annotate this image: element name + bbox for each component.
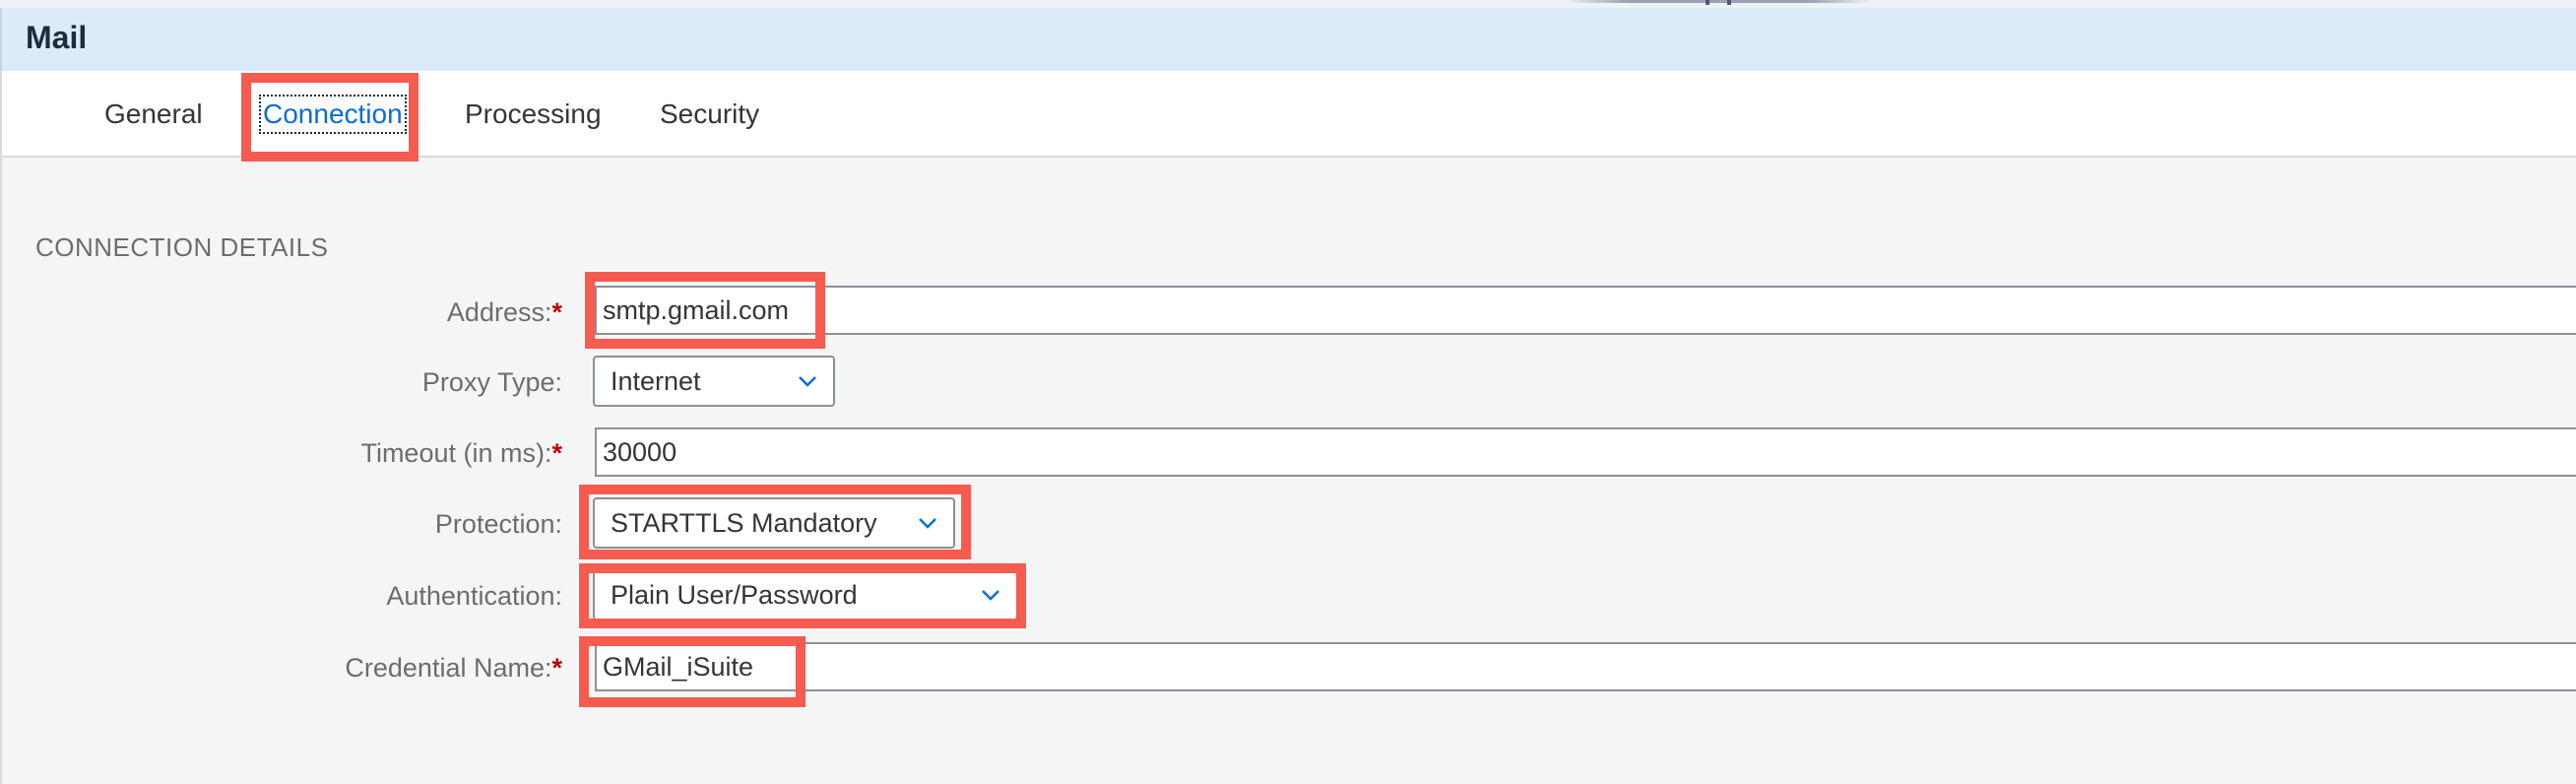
credential-name-label-text: Credential Name: [345,653,552,683]
page-title: Mail [26,20,88,55]
shell-bar-mark [1706,0,1731,5]
timeout-label-text: Timeout (in ms): [360,438,552,468]
protection-label: Protection: [434,509,562,539]
authentication-value: Plain User/Password [611,580,858,610]
timeout-input[interactable]: 30000 [595,427,2576,477]
tab-processing[interactable]: Processing [465,98,602,130]
page-header: Mail [0,8,2576,71]
protection-select[interactable]: STARTTLS Mandatory [593,497,955,549]
tab-bar: General Connection Processing Security [0,71,2576,158]
chevron-down-icon [799,376,816,387]
credential-name-label: Credential Name:* [345,653,562,684]
authentication-select[interactable]: Plain User/Password [593,569,1018,621]
tab-security[interactable]: Security [660,98,759,130]
chevron-down-icon [982,590,999,601]
address-required-mark: * [551,297,562,327]
authentication-label: Authentication: [386,581,562,611]
address-label: Address:* [447,297,562,328]
address-input[interactable]: smtp.gmail.com [595,286,2576,335]
chevron-down-icon [919,518,936,529]
proxy-type-label: Proxy Type: [421,367,562,397]
tab-general[interactable]: General [104,98,203,130]
address-label-text: Address: [446,297,552,327]
proxy-type-value: Internet [611,366,701,396]
top-strip [0,0,2576,8]
proxy-type-select[interactable]: Internet [593,356,835,407]
section-title: CONNECTION DETAILS [35,232,329,262]
tab-connection[interactable]: Connection [259,95,407,134]
credential-name-required-mark: * [551,653,562,683]
credential-name-input[interactable]: GMail_iSuite [595,642,2576,691]
timeout-label: Timeout (in ms):* [360,438,562,469]
timeout-required-mark: * [551,438,562,468]
protection-value: STARTTLS Mandatory [611,508,877,538]
